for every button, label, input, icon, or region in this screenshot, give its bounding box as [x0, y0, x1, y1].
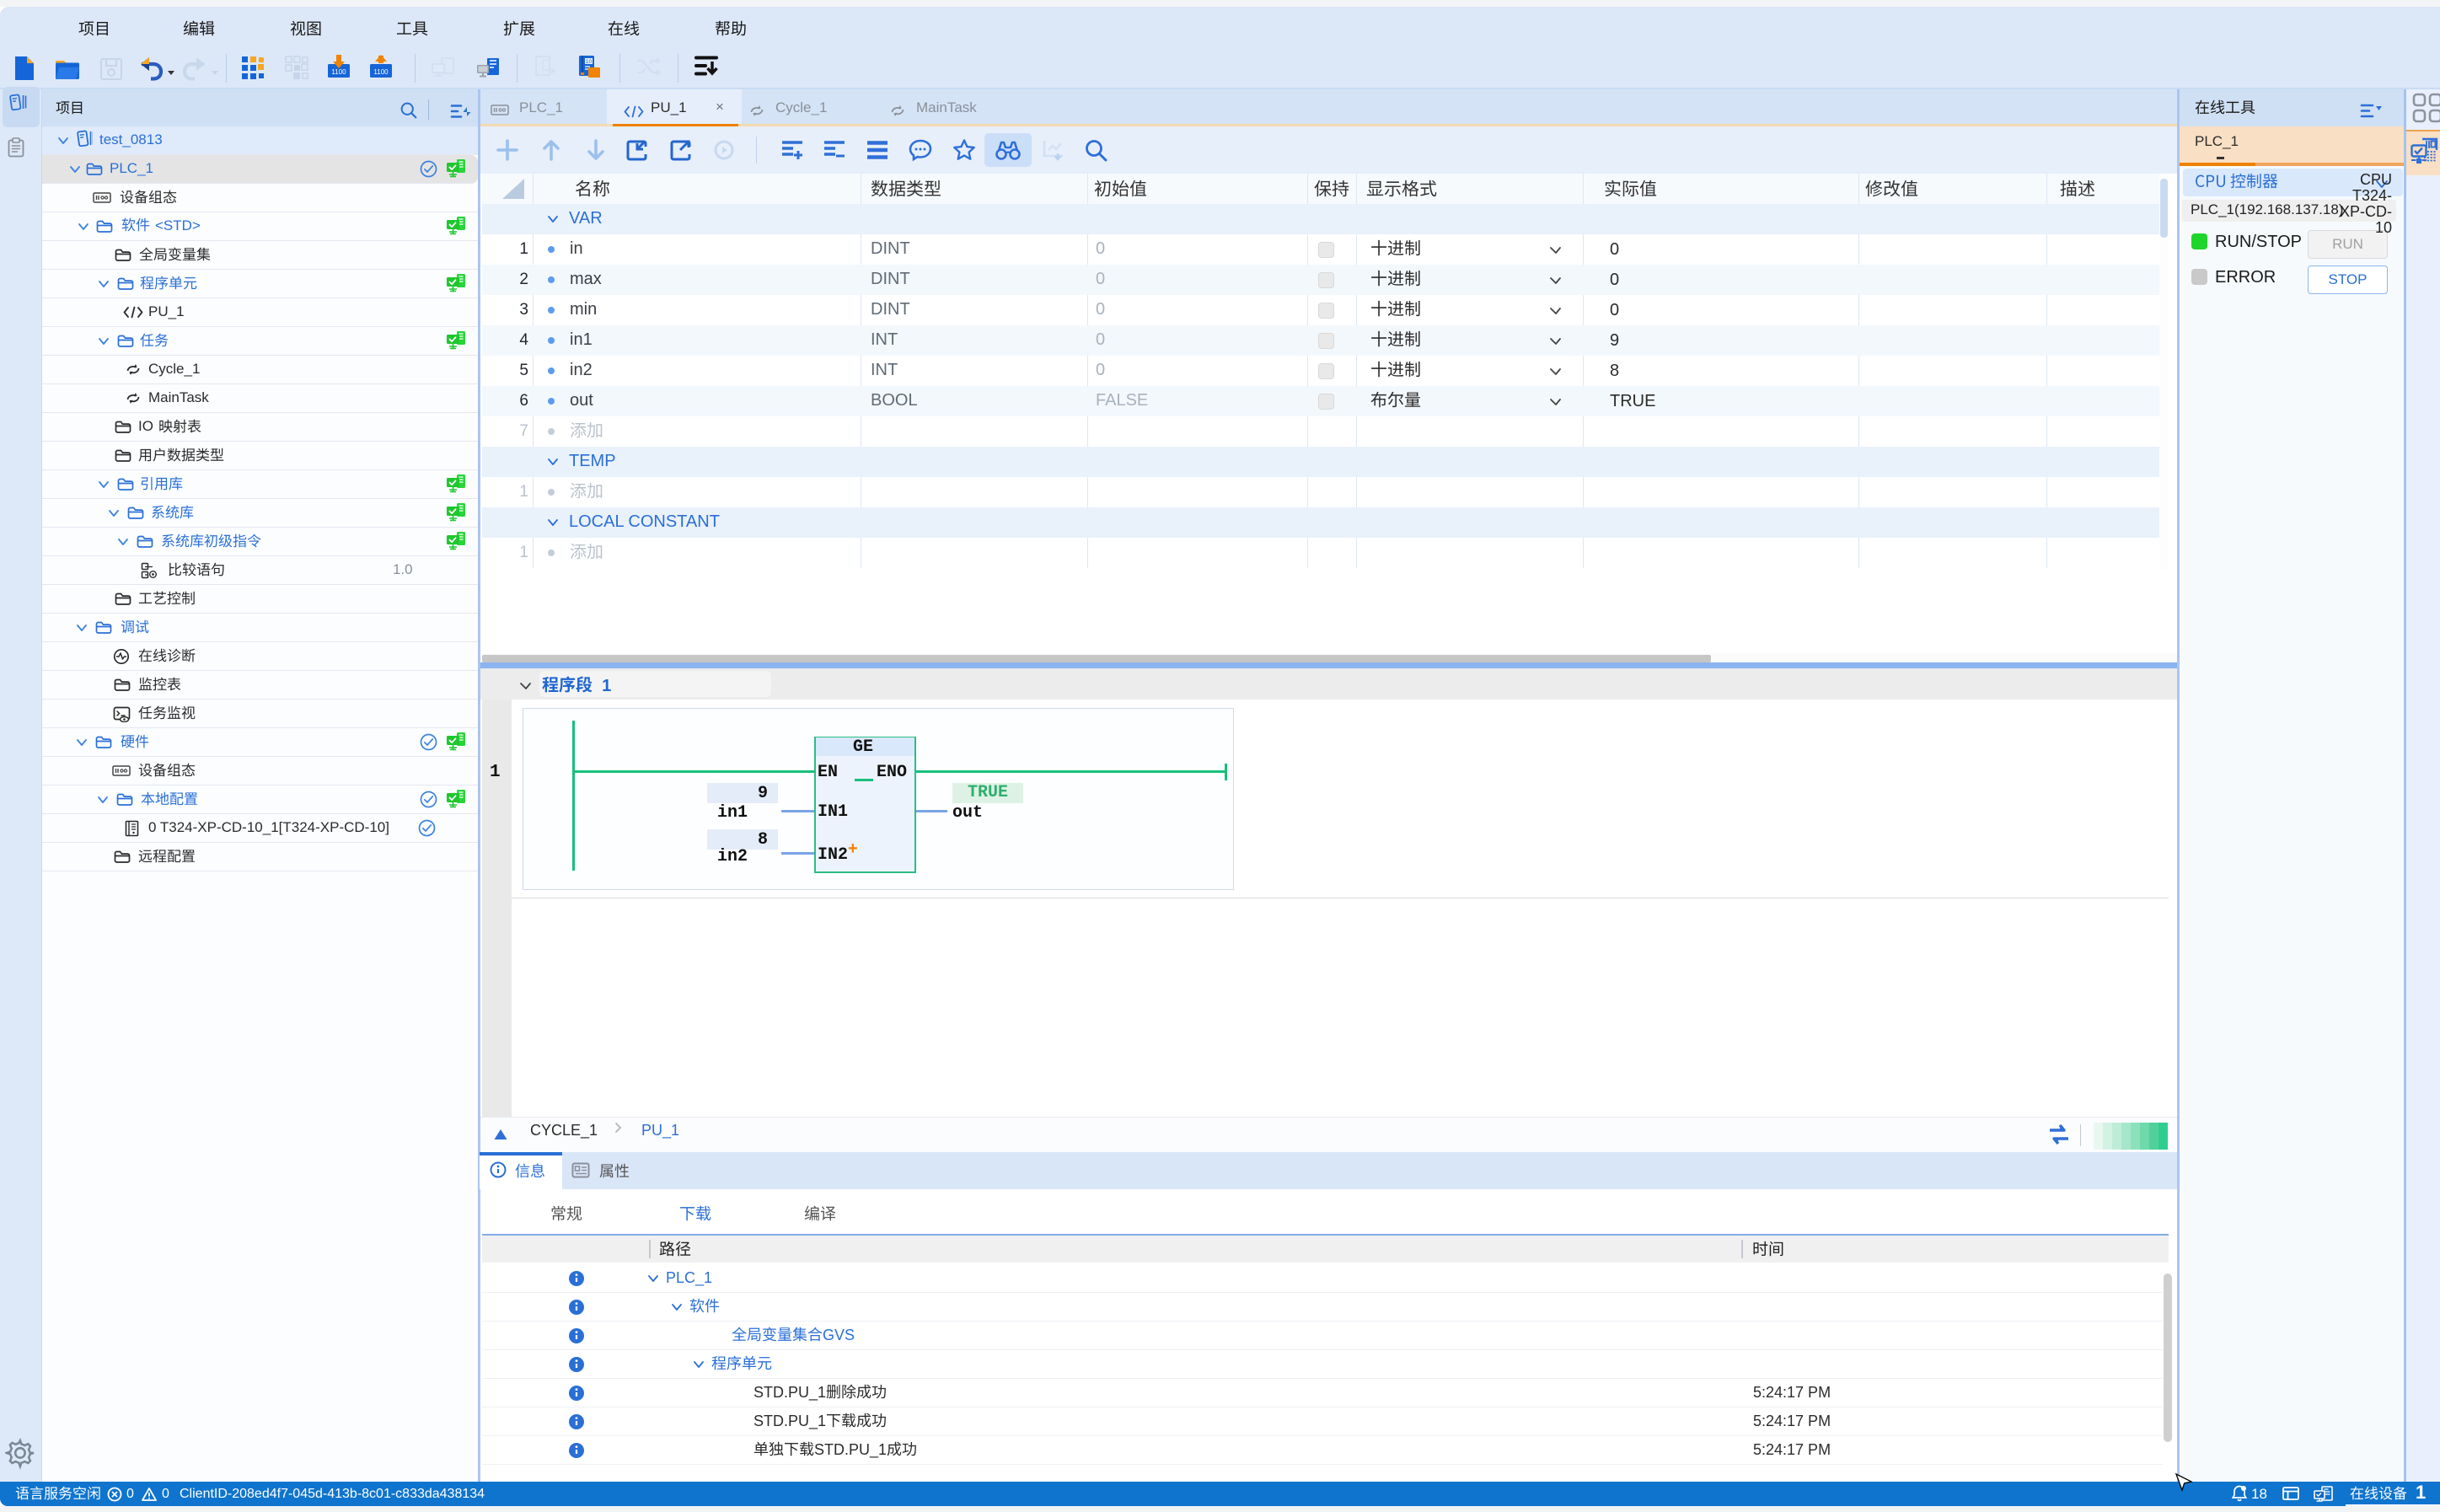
svg-text:10: 10	[586, 59, 593, 65]
svg-text:1100: 1100	[331, 68, 346, 76]
svg-text:1100: 1100	[373, 68, 389, 76]
